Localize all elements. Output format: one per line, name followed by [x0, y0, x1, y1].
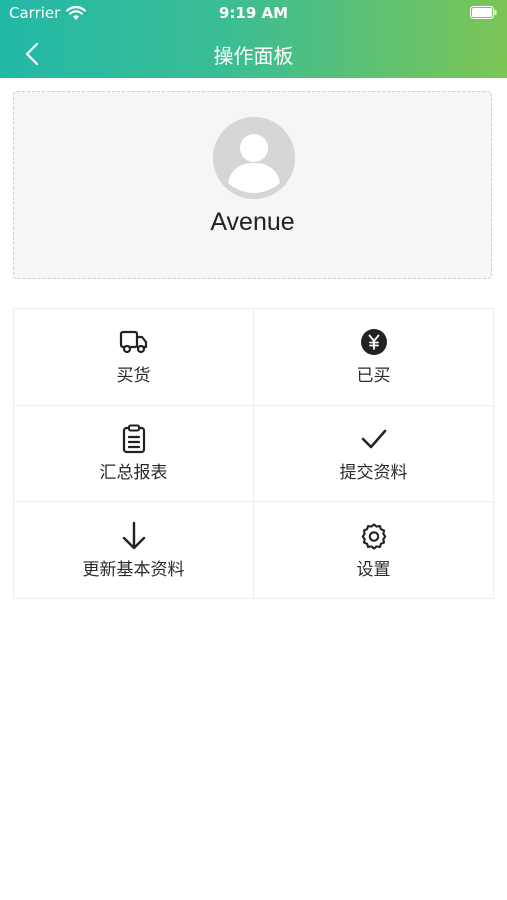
yen-coin-icon — [359, 327, 389, 357]
menu-item-bought[interactable]: 已买 — [254, 309, 494, 406]
user-name: Avenue — [210, 208, 295, 236]
arrow-down-icon — [119, 521, 149, 551]
profile-card: Avenue — [13, 91, 492, 279]
avatar[interactable] — [213, 117, 295, 199]
header: Carrier 9:19 AM 操作面板 — [0, 0, 507, 78]
menu-item-label: 汇总报表 — [99, 462, 168, 483]
menu-item-submit-info[interactable]: 提交资料 — [254, 405, 494, 503]
page-title: 操作面板 — [213, 44, 294, 68]
menu-item-label: 已买 — [356, 366, 391, 387]
menu-item-settings[interactable]: 设置 — [254, 502, 494, 599]
status-bar: Carrier 9:19 AM — [0, 0, 507, 28]
clipboard-list-icon — [119, 424, 149, 454]
menu-item-summary-report[interactable]: 汇总报表 — [14, 405, 254, 503]
menu-item-label: 买货 — [116, 366, 151, 387]
nav-bar: 操作面板 — [0, 28, 507, 78]
menu-item-label: 设置 — [356, 559, 391, 580]
menu-grid: 买货 已买 汇总报表 提交资料 更新基本资料 设置 — [13, 308, 494, 599]
truck-icon — [119, 327, 149, 357]
menu-item-update-basic-info[interactable]: 更新基本资料 — [14, 502, 254, 599]
user-avatar-icon — [213, 117, 295, 199]
menu-item-buy[interactable]: 买货 — [14, 309, 254, 406]
menu-item-label: 提交资料 — [339, 462, 408, 483]
clock: 9:19 AM — [218, 4, 289, 22]
battery-icon — [470, 6, 497, 19]
check-icon — [359, 424, 389, 454]
menu-item-label: 更新基本资料 — [82, 559, 185, 580]
gear-icon — [359, 521, 389, 551]
